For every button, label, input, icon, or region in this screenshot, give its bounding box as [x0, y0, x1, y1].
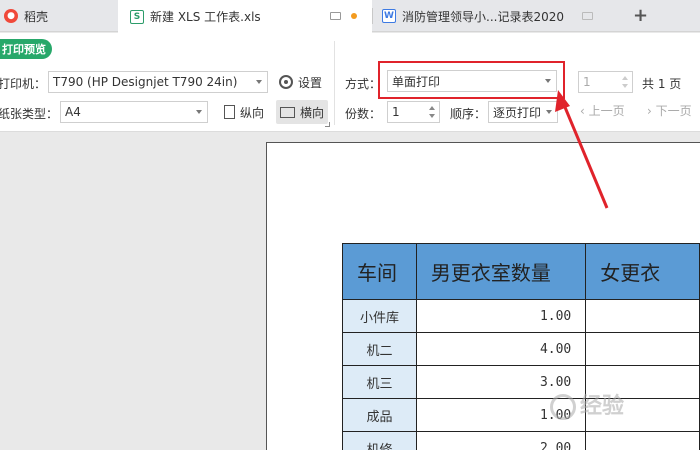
chevron-down-icon [546, 110, 552, 114]
empty-cell [585, 431, 700, 450]
tab-label: 消防管理领导小...记录表2020 [402, 9, 564, 24]
copies-label: 份数： [345, 107, 382, 121]
portrait-button[interactable]: 纵向 [221, 101, 267, 123]
print-order-value: 逐页打印 [493, 105, 542, 120]
table-row: 成品 1.00 [342, 398, 700, 432]
watermark-logo-icon [550, 394, 576, 420]
paper-type-label: 纸张类型： [0, 107, 59, 121]
landscape-label: 横向 [300, 105, 325, 120]
print-toolbar: 打印预览 打印机： T790 (HP Designjet T790 24in) … [0, 33, 700, 132]
printer-dropdown[interactable]: T790 (HP Designjet T790 24in) [48, 71, 268, 93]
value-cell: 4.00 [415, 332, 587, 366]
table-row: 机三 3.00 [342, 365, 700, 399]
chevron-right-icon: › [647, 104, 656, 118]
workshop-cell: 小件库 [342, 299, 417, 333]
spreadsheet-s-icon: S [130, 9, 144, 24]
gear-icon [279, 75, 293, 89]
landscape-button[interactable]: 横向 [276, 100, 329, 124]
table-row: 机二 4.00 [342, 332, 700, 366]
column-header: 男更衣室数量 [415, 243, 587, 300]
screen-icon[interactable] [582, 12, 593, 20]
tab-bar: ● 稻壳 S 新建 XLS 工作表.xls W 消防管理领导小...记录表202… [0, 0, 700, 33]
column-header: 车间 [342, 243, 417, 300]
page-number-stepper[interactable]: 1 [578, 71, 633, 93]
watermark: 经验 [550, 388, 624, 420]
paper-type-dropdown[interactable]: A4 [60, 101, 208, 123]
landscape-page-icon [280, 106, 295, 118]
printer-label: 打印机： [0, 77, 47, 91]
chevron-down-icon [256, 80, 262, 84]
stepper-down-icon[interactable] [429, 114, 435, 118]
prev-page-button[interactable]: ‹ 上一页 [580, 102, 625, 119]
writer-w-icon: W [382, 9, 396, 23]
stepper-down-icon[interactable] [622, 84, 628, 88]
total-pages: 共 1 页 [642, 77, 682, 91]
settings-button[interactable]: 设置 [279, 71, 322, 93]
tab-daoke[interactable]: ● 稻壳 [0, 0, 118, 32]
copies-stepper[interactable]: 1 [387, 101, 440, 123]
tab-xls-document[interactable]: S 新建 XLS 工作表.xls [118, 0, 372, 33]
empty-cell [585, 299, 700, 333]
toolbar-divider [334, 41, 335, 125]
stepper-up-icon[interactable] [622, 76, 628, 80]
empty-cell [585, 332, 700, 366]
chevron-left-icon: ‹ [580, 104, 589, 118]
portrait-page-icon [224, 105, 235, 119]
table-row: 机修 2.00 [342, 431, 700, 450]
tab-word-document[interactable]: W 消防管理领导小...记录表2020 [372, 0, 622, 32]
copies-value: 1 [392, 105, 400, 119]
print-preview-badge[interactable]: 打印预览 [0, 39, 52, 59]
expand-corner-icon[interactable] [325, 122, 330, 127]
workshop-cell: 机修 [342, 431, 417, 450]
tab-label: 稻壳 [24, 9, 49, 24]
workshop-cell: 机二 [342, 332, 417, 366]
printer-value: T790 (HP Designjet T790 24in) [53, 75, 238, 89]
unsaved-dot-icon [351, 13, 357, 19]
stepper-up-icon[interactable] [429, 106, 435, 110]
print-order-dropdown[interactable]: 逐页打印 [488, 101, 558, 123]
daoke-logo-icon: ● [4, 9, 18, 23]
spreadsheet-preview-table: 车间 男更衣室数量 女更衣 小件库 1.00 机二 4.00 机三 3.00 成… [342, 243, 700, 450]
screen-icon[interactable] [330, 12, 341, 20]
table-row: 小件库 1.00 [342, 299, 700, 333]
highlight-box [378, 61, 565, 99]
next-page-button[interactable]: › 下一页 [647, 102, 692, 119]
table-header-row: 车间 男更衣室数量 女更衣 [342, 243, 700, 300]
order-label: 顺序： [450, 107, 487, 121]
value-cell: 2.00 [415, 431, 587, 450]
workshop-cell: 机三 [342, 365, 417, 399]
value-cell: 1.00 [415, 299, 587, 333]
tab-label: 新建 XLS 工作表.xls [150, 10, 261, 24]
mode-label: 方式： [345, 77, 382, 91]
new-tab-plus-icon[interactable]: + [633, 5, 648, 26]
paper-type-value: A4 [65, 105, 81, 119]
portrait-label: 纵向 [240, 105, 265, 120]
page-number-value: 1 [583, 75, 591, 89]
column-header: 女更衣 [585, 243, 700, 300]
settings-label: 设置 [298, 75, 323, 90]
workshop-cell: 成品 [342, 398, 417, 432]
chevron-down-icon [196, 110, 202, 114]
